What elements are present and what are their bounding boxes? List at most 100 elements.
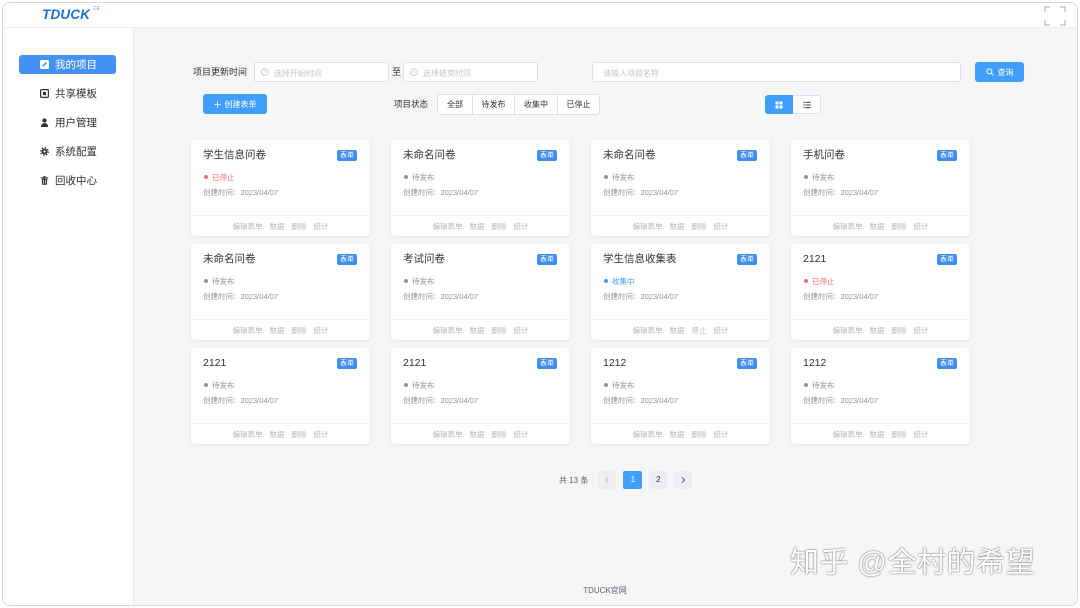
- footer-link[interactable]: TDUCK官网: [133, 584, 1077, 598]
- grid-view-button[interactable]: [765, 95, 793, 114]
- data-button[interactable]: 数据: [470, 325, 485, 336]
- stats-button[interactable]: 统计: [314, 325, 329, 336]
- stats-button[interactable]: 统计: [514, 429, 529, 440]
- project-card[interactable]: 未命名问卷 表单 待发布 创建时间：2023/04/07 编辑表单 数据 删除 统计: [391, 140, 570, 236]
- data-button[interactable]: 数据: [270, 429, 285, 440]
- card-actions: 编辑表单 数据 删除 统计: [391, 216, 570, 236]
- edit-form-button[interactable]: 编辑表单: [633, 325, 663, 336]
- edit-form-button[interactable]: 编辑表单: [633, 429, 663, 440]
- edit-form-button[interactable]: 编辑表单: [233, 325, 263, 336]
- status-dot-icon: [204, 383, 208, 387]
- stats-button[interactable]: 统计: [314, 429, 329, 440]
- created-time: 创建时间：2023/04/07: [403, 292, 478, 302]
- delete-button[interactable]: 删除: [292, 221, 307, 232]
- edit-form-button[interactable]: 编辑表单: [433, 325, 463, 336]
- data-button[interactable]: 数据: [670, 221, 685, 232]
- edit-form-button[interactable]: 编辑表单: [833, 221, 863, 232]
- delete-button[interactable]: 删除: [892, 221, 907, 232]
- stats-button[interactable]: 统计: [314, 221, 329, 232]
- card-title: 未命名问卷: [603, 149, 656, 161]
- delete-button[interactable]: 删除: [692, 429, 707, 440]
- delete-button[interactable]: 删除: [492, 429, 507, 440]
- status-dot-icon: [604, 383, 608, 387]
- status-indicator: 待发布: [404, 276, 435, 286]
- end-date-input[interactable]: [423, 64, 537, 83]
- edit-form-button[interactable]: 编辑表单: [633, 221, 663, 232]
- data-button[interactable]: 数据: [870, 325, 885, 336]
- stop-button[interactable]: 停止: [692, 325, 707, 336]
- stats-button[interactable]: 统计: [714, 325, 729, 336]
- status-filter-group: 全部 待发布 收集中 已停止: [437, 94, 600, 115]
- project-card[interactable]: 2121 表单 待发布 创建时间：2023/04/07 编辑表单 数据 删除 统计: [391, 348, 570, 444]
- sidebar-item-user-management[interactable]: 用户管理: [19, 113, 116, 132]
- data-button[interactable]: 数据: [870, 429, 885, 440]
- delete-button[interactable]: 删除: [292, 429, 307, 440]
- project-card[interactable]: 2121 表单 待发布 创建时间：2023/04/07 编辑表单 数据 删除 统计: [191, 348, 370, 444]
- status-filter-all[interactable]: 全部: [437, 94, 473, 115]
- project-name-field[interactable]: [592, 62, 961, 83]
- data-button[interactable]: 数据: [670, 429, 685, 440]
- edit-form-button[interactable]: 编辑表单: [233, 221, 263, 232]
- data-button[interactable]: 数据: [270, 221, 285, 232]
- edit-form-button[interactable]: 编辑表单: [433, 429, 463, 440]
- sidebar-item-my-projects[interactable]: 我的项目: [19, 55, 116, 74]
- project-card[interactable]: 2121 表单 已停止 创建时间：2023/04/07 编辑表单 数据 删除 统计: [791, 244, 970, 340]
- project-card[interactable]: 未命名问卷 表单 待发布 创建时间：2023/04/07 编辑表单 数据 删除 统计: [191, 244, 370, 340]
- delete-button[interactable]: 删除: [892, 429, 907, 440]
- project-card[interactable]: 1212 表单 待发布 创建时间：2023/04/07 编辑表单 数据 删除 统计: [591, 348, 770, 444]
- sidebar-item-system-config[interactable]: 系统配置: [19, 142, 116, 161]
- sidebar-menu: 我的项目 共享模板 用户管理 系统配置 回收中心: [19, 55, 116, 200]
- watermark: 知乎 @全村的希望: [790, 547, 1035, 579]
- delete-button[interactable]: 删除: [492, 221, 507, 232]
- data-button[interactable]: 数据: [270, 325, 285, 336]
- stats-button[interactable]: 统计: [514, 221, 529, 232]
- edit-form-button[interactable]: 编辑表单: [833, 325, 863, 336]
- stats-button[interactable]: 统计: [714, 221, 729, 232]
- data-button[interactable]: 数据: [670, 325, 685, 336]
- edit-form-button[interactable]: 编辑表单: [233, 429, 263, 440]
- view-mode-toggle: [765, 95, 821, 114]
- end-date-picker[interactable]: [403, 62, 538, 83]
- delete-button[interactable]: 删除: [292, 325, 307, 336]
- sidebar-item-shared-templates[interactable]: 共享模板: [19, 84, 116, 103]
- search-button[interactable]: 查询: [975, 62, 1024, 82]
- status-filter-stopped[interactable]: 已停止: [557, 94, 600, 115]
- delete-button[interactable]: 删除: [492, 325, 507, 336]
- start-date-picker[interactable]: [254, 62, 389, 83]
- list-view-button[interactable]: [793, 95, 821, 114]
- status-dot-icon: [404, 383, 408, 387]
- created-prefix: 创建时间：: [403, 396, 441, 405]
- status-filter-pending[interactable]: 待发布: [472, 94, 515, 115]
- sidebar-item-recycle-bin[interactable]: 回收中心: [19, 171, 116, 190]
- delete-button[interactable]: 删除: [892, 325, 907, 336]
- page-button-2[interactable]: 2: [649, 471, 668, 489]
- project-card[interactable]: 未命名问卷 表单 待发布 创建时间：2023/04/07 编辑表单 数据 删除 统计: [591, 140, 770, 236]
- page-number: 1: [630, 475, 636, 484]
- prev-page-button[interactable]: [598, 471, 617, 489]
- next-page-button[interactable]: [674, 471, 693, 489]
- project-card[interactable]: 学生信息收集表 表单 收集中 创建时间：2023/04/07 编辑表单 数据 停止 统计: [591, 244, 770, 340]
- stats-button[interactable]: 统计: [514, 325, 529, 336]
- data-button[interactable]: 数据: [870, 221, 885, 232]
- type-badge: 表单: [337, 358, 357, 369]
- project-card[interactable]: 学生信息问卷 表单 已停止 创建时间：2023/04/07 编辑表单 数据 删除 统计: [191, 140, 370, 236]
- fullscreen-icon[interactable]: [1043, 5, 1067, 27]
- edit-form-button[interactable]: 编辑表单: [833, 429, 863, 440]
- stats-button[interactable]: 统计: [914, 325, 929, 336]
- delete-button[interactable]: 删除: [692, 221, 707, 232]
- data-button[interactable]: 数据: [470, 429, 485, 440]
- stats-button[interactable]: 统计: [914, 221, 929, 232]
- page-button-1[interactable]: 1: [623, 471, 643, 489]
- edit-form-button[interactable]: 编辑表单: [433, 221, 463, 232]
- project-card[interactable]: 考试问卷 表单 待发布 创建时间：2023/04/07 编辑表单 数据 删除 统计: [391, 244, 570, 340]
- create-form-button[interactable]: 创建表单: [203, 94, 267, 114]
- stats-button[interactable]: 统计: [914, 429, 929, 440]
- stats-button[interactable]: 统计: [714, 429, 729, 440]
- data-button[interactable]: 数据: [470, 221, 485, 232]
- project-name-input[interactable]: [603, 64, 960, 83]
- status-filter-collecting[interactable]: 收集中: [514, 94, 558, 115]
- tduck-logo[interactable]: TDUCK: [42, 8, 90, 22]
- start-date-input[interactable]: [274, 64, 388, 83]
- project-card[interactable]: 手机问卷 表单 待发布 创建时间：2023/04/07 编辑表单 数据 删除 统计: [791, 140, 970, 236]
- project-card[interactable]: 1212 表单 待发布 创建时间：2023/04/07 编辑表单 数据 删除 统计: [791, 348, 970, 444]
